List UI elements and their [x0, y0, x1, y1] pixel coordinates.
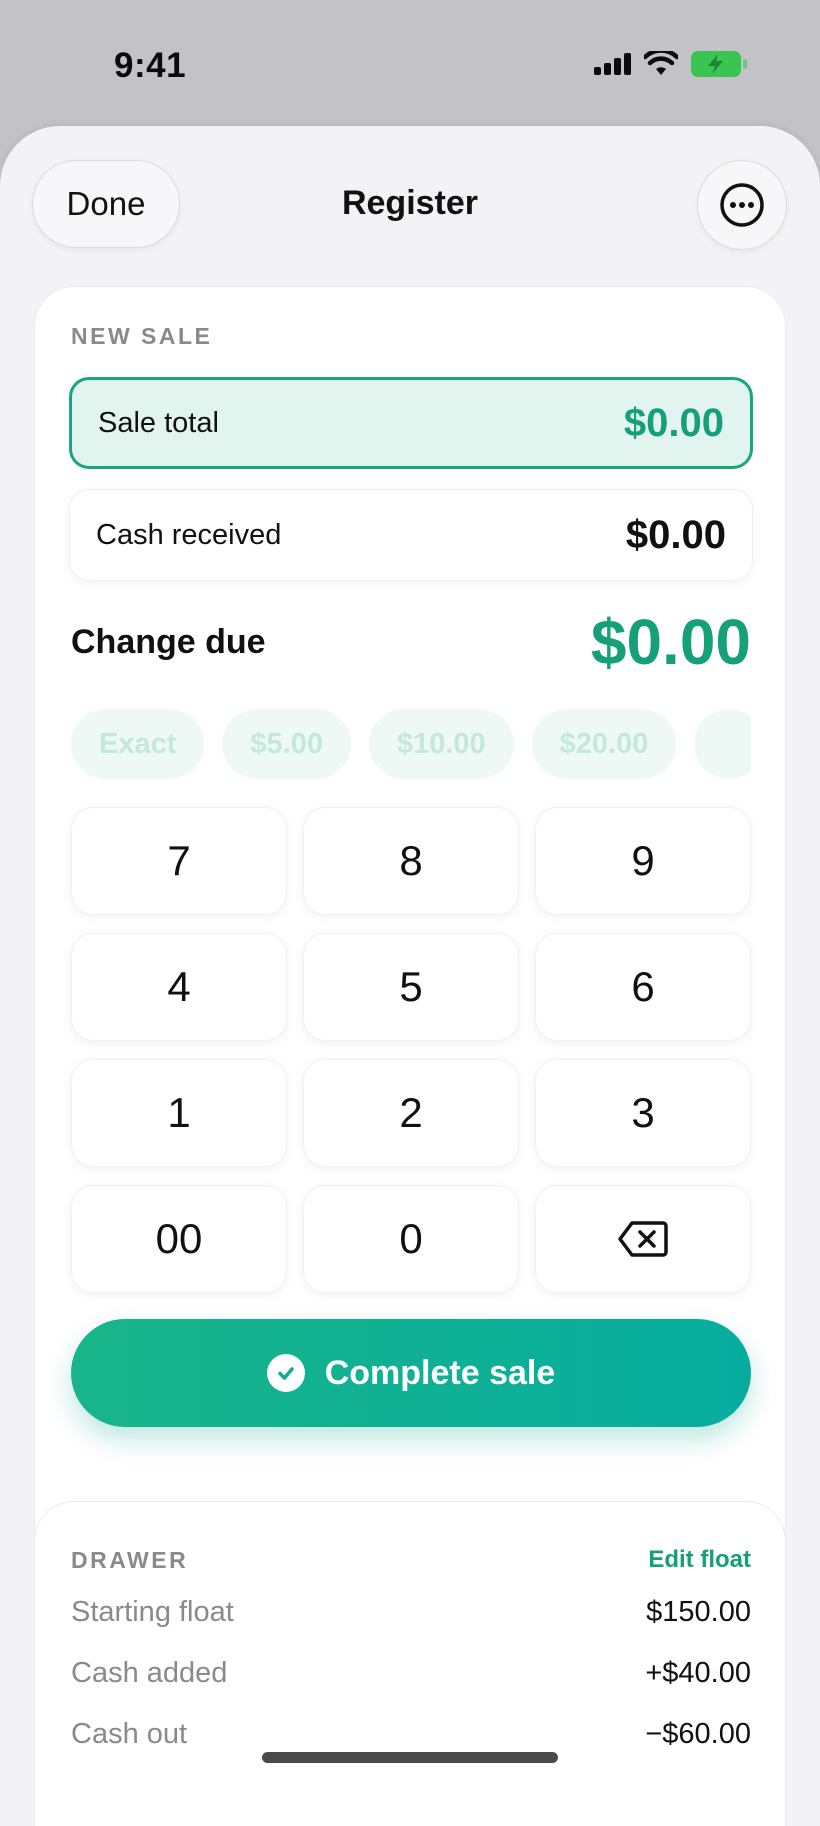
key-3[interactable]: 3: [535, 1059, 751, 1167]
sale-total-label: Sale total: [98, 406, 219, 439]
ellipsis-circle-icon: [720, 183, 764, 227]
drawer-row-cash-out: Cash out −$60.00: [71, 1718, 751, 1751]
complete-sale-button[interactable]: Complete sale: [71, 1319, 751, 1427]
quick-amount-chips: Exact $5.00 $10.00 $20.00: [71, 709, 751, 779]
key-8[interactable]: 8: [303, 807, 519, 915]
section-label-new-sale: NEW SALE: [71, 323, 213, 349]
chip-exact[interactable]: Exact: [71, 709, 205, 779]
drawer-row-cash-added: Cash added +$40.00: [71, 1657, 751, 1690]
change-due-value: $0.00: [590, 606, 751, 678]
drawer-row-label: Cash out: [71, 1718, 188, 1750]
key-00[interactable]: 00: [71, 1185, 287, 1293]
key-0[interactable]: 0: [303, 1185, 519, 1293]
status-icons: [594, 50, 748, 78]
cellular-signal-icon: [594, 53, 631, 75]
change-due-label: Change due: [71, 622, 266, 661]
wifi-icon: [644, 51, 678, 75]
cash-received-value: $0.00: [625, 512, 726, 557]
drawer-card: DRAWER Edit float Starting float $150.00…: [34, 1501, 786, 1826]
key-1[interactable]: 1: [71, 1059, 287, 1167]
cash-received-field[interactable]: Cash received $0.00: [69, 489, 753, 581]
key-6[interactable]: 6: [535, 933, 751, 1041]
section-label-drawer: DRAWER: [71, 1546, 189, 1573]
battery-charging-icon: [691, 51, 747, 77]
key-5[interactable]: 5: [303, 933, 519, 1041]
chip-10[interactable]: $10.00: [368, 709, 514, 779]
new-sale-card: NEW SALE Sale total $0.00 Cash received …: [34, 286, 786, 1591]
drawer-header: DRAWER Edit float: [71, 1546, 751, 1574]
more-button[interactable]: [697, 160, 787, 250]
change-due-row: Change due $0.00: [71, 602, 751, 682]
key-backspace[interactable]: [535, 1185, 751, 1293]
key-4[interactable]: 4: [71, 933, 287, 1041]
home-indicator: [262, 1752, 558, 1763]
drawer-row-label: Starting float: [71, 1596, 234, 1628]
drawer-row-value: +$40.00: [645, 1657, 751, 1689]
edit-float-link[interactable]: Edit float: [648, 1546, 751, 1574]
keypad: 7 8 9 4 5 6 1 2 3 00 0: [71, 807, 751, 1293]
checkmark-circle-icon: [266, 1354, 305, 1392]
sale-total-field[interactable]: Sale total $0.00: [69, 377, 753, 469]
drawer-row-starting-float: Starting float $150.00: [71, 1596, 751, 1629]
key-2[interactable]: 2: [303, 1059, 519, 1167]
backspace-icon: [618, 1221, 668, 1257]
nav-bar: Done Register: [0, 126, 820, 276]
status-time: 9:41: [114, 46, 187, 85]
complete-sale-label: Complete sale: [324, 1353, 556, 1392]
chip-20[interactable]: $20.00: [531, 709, 677, 779]
drawer-row-value: $150.00: [646, 1596, 751, 1628]
sale-total-value: $0.00: [623, 400, 724, 445]
key-7[interactable]: 7: [71, 807, 287, 915]
drawer-row-label: Cash added: [71, 1657, 228, 1689]
chip-5[interactable]: $5.00: [222, 709, 351, 779]
chip-more[interactable]: [694, 709, 751, 779]
status-bar: 9:41: [0, 0, 820, 130]
cash-received-label: Cash received: [96, 518, 282, 551]
key-9[interactable]: 9: [535, 807, 751, 915]
register-sheet: Done Register NEW SALE Sale total $0.00 …: [0, 126, 820, 1826]
drawer-row-value: −$60.00: [645, 1718, 751, 1750]
